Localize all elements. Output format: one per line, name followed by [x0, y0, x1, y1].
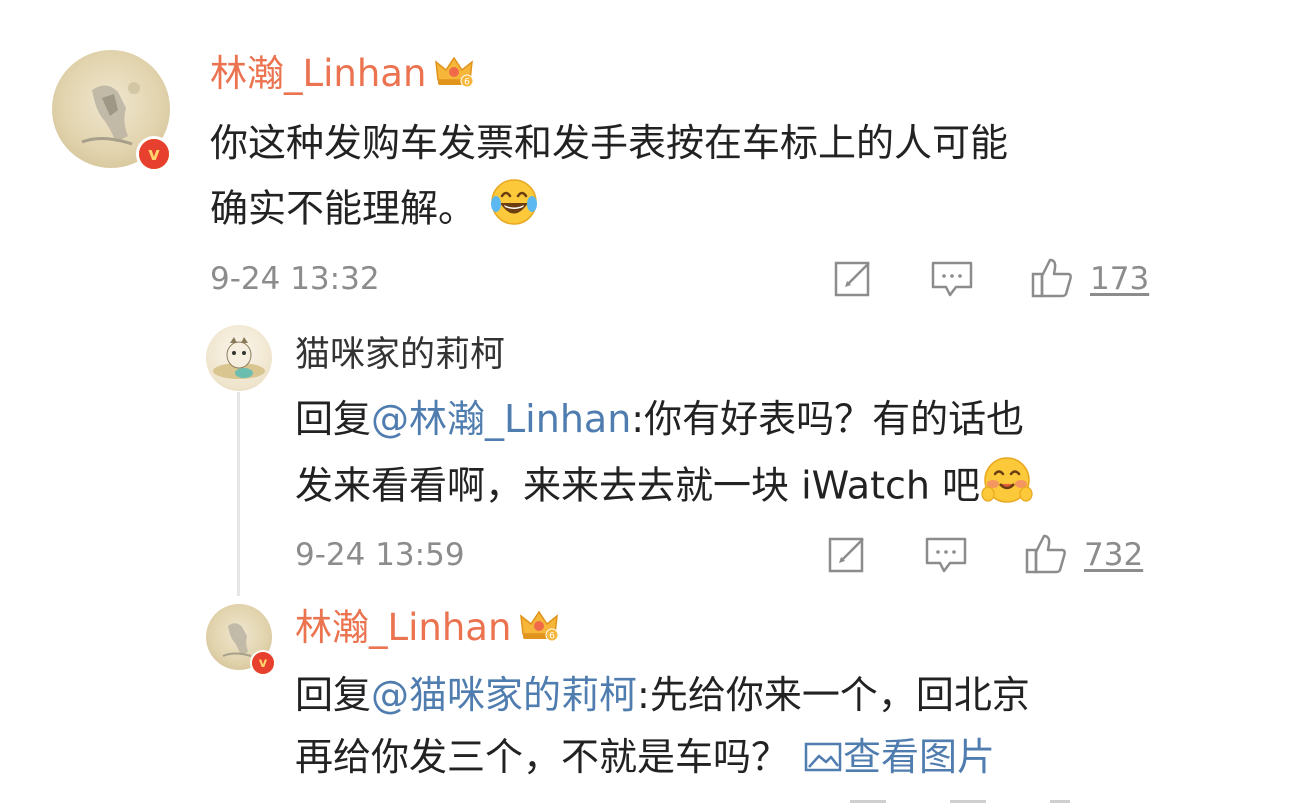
- repost-button[interactable]: [830, 256, 878, 302]
- like-button[interactable]: [1028, 254, 1076, 302]
- laugh-cry-emoji: [488, 176, 540, 246]
- repost-icon: [828, 537, 864, 573]
- mention-link[interactable]: @林瀚_Linhan: [371, 397, 631, 441]
- like-count[interactable]: 173: [1090, 259, 1149, 299]
- thread-line: [237, 392, 240, 596]
- reply-prefix: 回复: [295, 673, 372, 717]
- reply1-text-line1: 回复@林瀚_Linhan:你有好表吗？有的话也: [295, 388, 1024, 450]
- vip-crown-icon: 6: [519, 608, 559, 652]
- reply1-username[interactable]: 猫咪家的莉柯: [295, 333, 505, 377]
- reply2-text-line2-row: 再给你发三个，不就是车吗？ 查看图片: [295, 726, 995, 788]
- verified-badge-icon: v: [136, 136, 172, 172]
- comment-icon: [925, 537, 967, 573]
- avatar-image: [206, 325, 272, 391]
- reply1-timestamp: 9-24 13:59: [295, 537, 465, 573]
- avatar-linhan-small[interactable]: v: [206, 604, 276, 676]
- view-image-label: 查看图片: [843, 735, 996, 779]
- reply2-text-line2: 再给你发三个，不就是车吗？: [295, 735, 790, 779]
- svg-text:6: 6: [550, 631, 556, 641]
- comment-text-line1: 你这种发购车发票和发手表按在车标上的人可能: [210, 121, 1009, 165]
- comment-username[interactable]: 林瀚_Linhan: [210, 52, 426, 95]
- vip-crown-icon: 6: [434, 54, 474, 98]
- reply2-username-row: 林瀚_Linhan 6: [295, 606, 559, 652]
- reply-prefix: 回复: [295, 397, 372, 441]
- comment-thread: v 林瀚_Linhan 6 你这种发购车发票和发手表按在车标上的人可能 确实不能…: [0, 0, 1298, 812]
- comment-icon: [931, 261, 973, 297]
- reply1-repost-button[interactable]: [824, 532, 872, 578]
- view-image-link[interactable]: 查看图片: [803, 735, 995, 779]
- reply1-text-line2: 发来看看啊，来来去去就一块 iWatch 吧: [295, 463, 981, 508]
- comment-button[interactable]: [928, 256, 976, 302]
- reply2-text-rest: :先给你来一个，回北京: [637, 673, 1030, 717]
- svg-text:6: 6: [465, 77, 471, 87]
- reply1-text-rest: :你有好表吗？有的话也: [631, 397, 1025, 441]
- image-icon: [804, 742, 842, 772]
- avatar-linhan[interactable]: v: [52, 50, 172, 172]
- reply2-text-line1: 回复@猫咪家的莉柯:先给你来一个，回北京: [295, 664, 1030, 726]
- comment-text-line2-row: 确实不能理解。: [210, 176, 540, 246]
- reply1-text-line2-row: 发来看看啊，来来去去就一块 iWatch 吧: [295, 452, 1034, 524]
- like-icon: [1025, 534, 1066, 574]
- like-icon: [1031, 258, 1072, 298]
- blush-emoji: [980, 452, 1034, 524]
- mention-link[interactable]: @猫咪家的莉柯: [371, 673, 637, 717]
- comment-text-line2: 确实不能理解。: [210, 186, 477, 231]
- reply1-like-button[interactable]: [1022, 530, 1070, 578]
- verified-badge-icon: v: [250, 650, 276, 676]
- avatar-likke[interactable]: [206, 325, 272, 391]
- reply1-comment-button[interactable]: [922, 532, 970, 578]
- comment-username-row: 林瀚_Linhan 6: [210, 52, 474, 98]
- comment-timestamp: 9-24 13:32: [210, 261, 380, 297]
- repost-icon: [834, 261, 870, 297]
- reply2-actions-clipped: [850, 800, 1150, 812]
- reply2-username[interactable]: 林瀚_Linhan: [295, 606, 511, 649]
- reply1-like-count[interactable]: 732: [1084, 535, 1143, 575]
